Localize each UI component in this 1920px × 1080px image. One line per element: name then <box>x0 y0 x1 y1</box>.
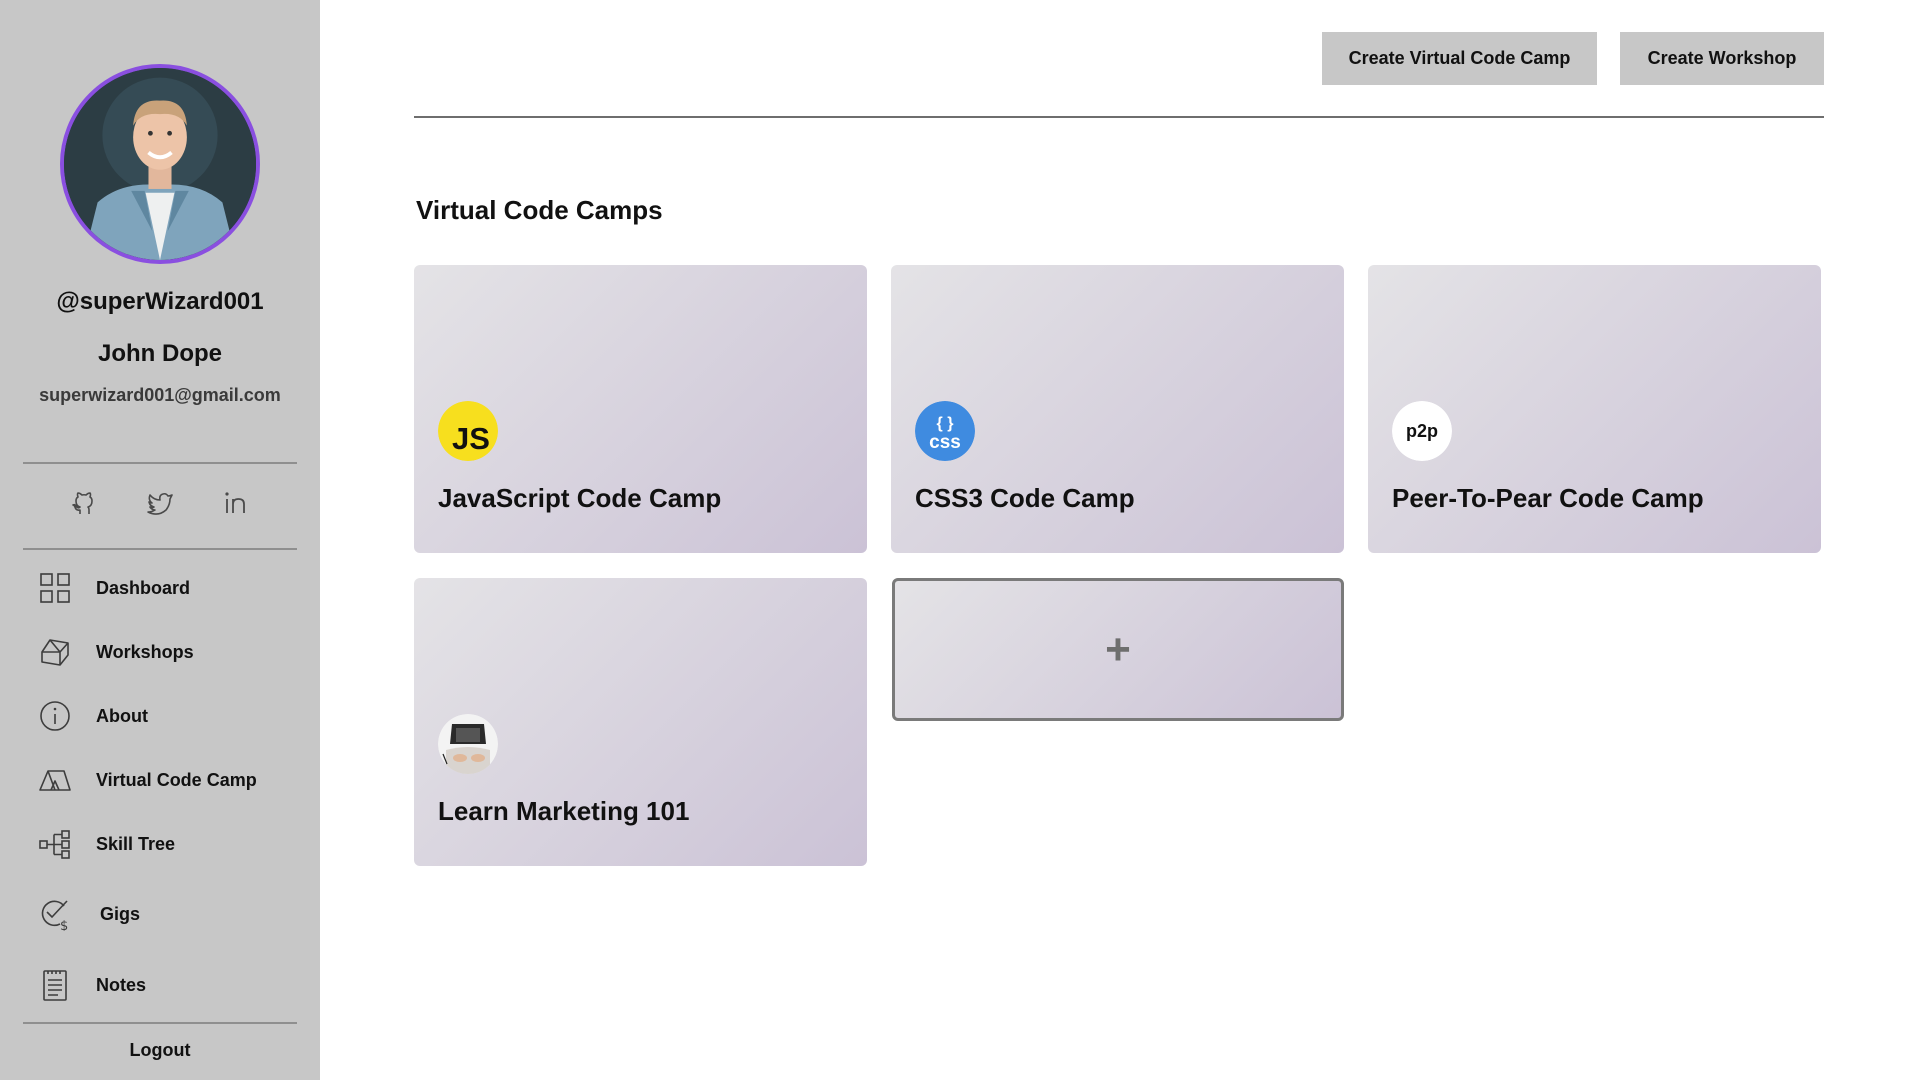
logo-braces: { } <box>937 415 954 432</box>
camp-card-title: Learn Marketing 101 <box>438 796 690 826</box>
info-icon <box>38 699 72 733</box>
logout-button[interactable]: Logout <box>0 1040 320 1061</box>
twitter-icon[interactable] <box>145 488 175 518</box>
sidebar-item-virtual-code-camp[interactable]: Virtual Code Camp <box>38 760 298 800</box>
gigs-dollar-icon: $ <box>38 897 72 934</box>
sidebar-item-label: Dashboard <box>96 577 191 598</box>
plus-icon: + <box>1105 624 1131 674</box>
github-icon[interactable] <box>69 488 99 518</box>
sidebar-divider <box>23 548 297 550</box>
sidebar-item-workshops[interactable]: Workshops <box>38 632 298 672</box>
svg-text:$: $ <box>60 919 68 931</box>
sidebar-item-label: About <box>96 705 148 726</box>
skill-tree-icon <box>38 827 72 861</box>
camp-card[interactable]: p2p Peer-To-Pear Code Camp <box>1368 265 1821 553</box>
sidebar: @superWizard001 John Dope superwizard001… <box>0 0 320 1080</box>
camp-card-title: JavaScript Code Camp <box>438 483 722 513</box>
profile-email: superwizard001@gmail.com <box>39 385 281 405</box>
notes-icon <box>38 968 72 1002</box>
sidebar-item-dashboard[interactable]: Dashboard <box>38 568 298 608</box>
sidebar-item-about[interactable]: About <box>38 696 298 736</box>
linkedin-icon[interactable] <box>221 488 251 518</box>
javascript-logo-icon: JS <box>438 401 498 461</box>
sidebar-item-skill-tree[interactable]: Skill Tree <box>38 824 298 864</box>
logo-text: JS <box>452 421 490 456</box>
sidebar-divider <box>23 1022 297 1024</box>
sidebar-item-label: Gigs <box>100 903 141 924</box>
profile-photo <box>64 68 256 260</box>
profile-handle: @superWizard001 <box>56 288 264 315</box>
camp-card[interactable]: JS JavaScript Code Camp <box>414 265 867 553</box>
sidebar-divider <box>23 462 297 464</box>
camp-card-title: CSS3 Code Camp <box>915 483 1135 513</box>
social-links <box>0 488 320 524</box>
profile-name: John Dope <box>98 340 222 367</box>
css-logo-icon: { } css <box>915 401 975 461</box>
logo-text: p2p <box>1406 421 1438 441</box>
sidebar-item-label: Workshops <box>96 641 194 662</box>
workshops-icon <box>38 635 72 669</box>
sidebar-item-label: Notes <box>96 974 147 995</box>
sidebar-item-label: Skill Tree <box>96 833 176 854</box>
camp-card[interactable]: Learn Marketing 101 <box>414 578 867 866</box>
sidebar-item-notes[interactable]: Notes <box>38 965 298 1005</box>
create-virtual-code-camp-button[interactable]: Create Virtual Code Camp <box>1322 32 1597 85</box>
laptop-photo-icon <box>438 714 498 774</box>
tent-icon <box>38 763 72 797</box>
avatar[interactable] <box>60 64 260 264</box>
create-workshop-button[interactable]: Create Workshop <box>1620 32 1824 85</box>
logo-text: css <box>929 432 961 453</box>
dashboard-grid-icon <box>38 571 72 605</box>
section-title: Virtual Code Camps <box>416 195 663 225</box>
camp-card[interactable]: { } css CSS3 Code Camp <box>891 265 1344 553</box>
camp-card-title: Peer-To-Pear Code Camp <box>1392 483 1704 513</box>
header-divider <box>414 116 1824 118</box>
peer-to-pear-logo-icon: p2p <box>1392 401 1452 461</box>
sidebar-item-label: Virtual Code Camp <box>96 769 257 790</box>
add-camp-card[interactable]: + <box>892 578 1344 721</box>
sidebar-item-gigs[interactable]: $ Gigs <box>38 894 298 934</box>
